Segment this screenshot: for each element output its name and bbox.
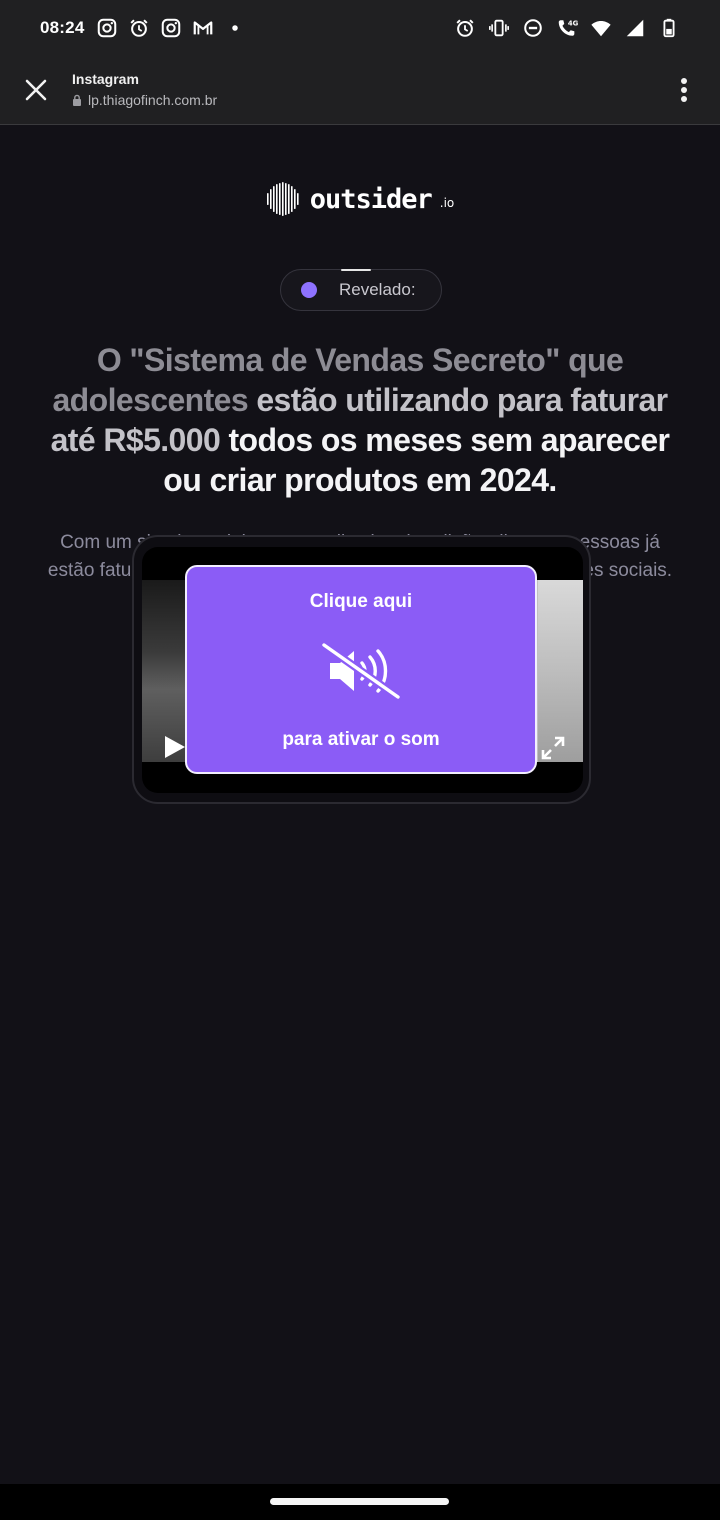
battery-icon xyxy=(658,17,680,39)
status-bar: 08:24 4G xyxy=(0,0,720,56)
system-navigation-bar xyxy=(0,1484,720,1520)
dot-icon xyxy=(224,17,246,39)
page-title: Instagram xyxy=(72,71,139,87)
call-4g-icon: 4G xyxy=(556,17,578,39)
headline: O "Sistema de Vendas Secreto" que adoles… xyxy=(30,340,690,500)
unmute-subtitle: para ativar o som xyxy=(282,729,440,750)
more-vert-icon xyxy=(681,78,687,102)
in-app-browser-header: Instagram lp.thiagofinch.com.br xyxy=(0,56,720,125)
more-options-button[interactable] xyxy=(648,56,720,125)
fullscreen-icon[interactable] xyxy=(539,734,567,762)
muted-speaker-icon xyxy=(320,641,402,701)
close-icon xyxy=(25,79,47,101)
svg-text:4G: 4G xyxy=(568,19,578,27)
status-time: 08:24 xyxy=(40,18,85,37)
web-content: outsider .io Revelado: O "Sistema de Ven… xyxy=(0,126,720,1484)
wifi-icon xyxy=(590,17,612,39)
play-icon[interactable] xyxy=(160,733,188,761)
cell-signal-icon xyxy=(624,17,646,39)
url-text: lp.thiagofinch.com.br xyxy=(88,92,218,108)
headline-part-6: criar produtos em 2024. xyxy=(209,462,557,498)
badge-dot xyxy=(301,282,317,298)
page-info[interactable]: Instagram lp.thiagofinch.com.br xyxy=(72,70,648,110)
revealed-badge: Revelado: xyxy=(280,269,442,311)
logo-text: outsider xyxy=(309,183,433,215)
logo-suffix: .io xyxy=(439,196,455,210)
badge-text: Revelado: xyxy=(339,280,416,299)
badge-accent-line xyxy=(341,269,371,271)
gmail-icon xyxy=(192,17,214,39)
unmute-title: Clique aqui xyxy=(309,591,413,612)
alarm-icon xyxy=(128,17,150,39)
outsider-logo[interactable]: outsider .io xyxy=(0,182,720,216)
notification-icons xyxy=(96,17,246,39)
logo-wave-icon xyxy=(266,182,299,216)
headline-part-4: R$5.000 xyxy=(103,422,221,458)
headline-part-1: O "Sistema de Vendas Secreto" que xyxy=(96,342,624,378)
vibrate-icon xyxy=(488,17,510,39)
home-indicator[interactable] xyxy=(270,1498,449,1505)
instagram-icon xyxy=(160,17,182,39)
system-icons: 4G xyxy=(454,17,680,39)
lock-icon xyxy=(73,94,81,106)
page-url: lp.thiagofinch.com.br xyxy=(72,90,648,110)
alarm-icon xyxy=(454,17,476,39)
unmute-overlay-button[interactable]: Clique aqui para ativar o som xyxy=(185,565,537,774)
do-not-disturb-icon xyxy=(522,17,544,39)
headline-part-2: adolescentes xyxy=(52,382,249,418)
close-button[interactable] xyxy=(0,56,72,125)
instagram-icon xyxy=(96,17,118,39)
